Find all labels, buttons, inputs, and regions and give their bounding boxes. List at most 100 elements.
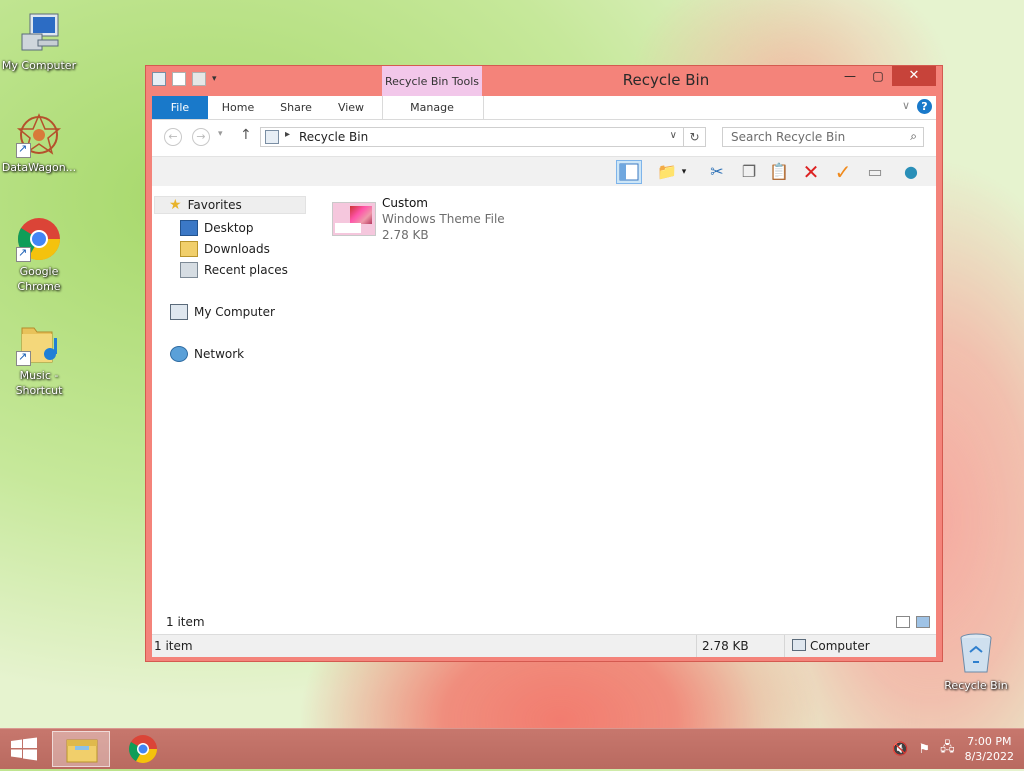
address-row: ← → ▾ ↑ ▸ Recycle Bin ∨ ↻ Search Recycle… (152, 120, 936, 156)
restore-icon[interactable]: ✓ (830, 160, 856, 184)
tab-file[interactable]: File (152, 96, 208, 119)
file-item[interactable]: Custom Windows Theme File 2.78 KB (328, 196, 528, 244)
desktop-icon (180, 220, 198, 236)
desktop-icon-label: DataWagon... (1, 161, 77, 174)
toolbar: 📁 ▾ ✂ ❐ 📋 ✕ ✓ ▭ ● (152, 156, 936, 187)
desktop-icon-label: My Computer (1, 59, 77, 72)
file-size: 2.78 KB (382, 228, 429, 242)
content-area: ★ Favorites Desktop Downloads Recent pla… (152, 186, 936, 612)
up-button[interactable]: ↑ (240, 127, 252, 143)
details-view-icon[interactable] (896, 616, 910, 628)
recycle-bin-small-icon (152, 72, 166, 86)
rename-icon[interactable]: ▭ (862, 160, 888, 184)
paste-icon[interactable]: 📋 (766, 160, 792, 184)
breadcrumb-separator-icon[interactable]: ▸ (285, 129, 290, 140)
clock-date: 8/3/2022 (964, 750, 1014, 763)
nav-downloads-label: Downloads (204, 242, 270, 256)
taskbar-chrome[interactable] (114, 731, 172, 767)
search-icon[interactable]: ⌕ (910, 129, 917, 144)
status-divider (696, 635, 697, 657)
computer-icon (16, 10, 62, 56)
nav-desktop-label: Desktop (204, 221, 254, 235)
recycle-bin-icon (953, 630, 999, 676)
folder-options-dropdown-icon[interactable]: ▾ (678, 160, 690, 184)
recycle-bin-address-icon (265, 130, 279, 144)
nav-desktop[interactable]: Desktop (180, 220, 254, 236)
desktop-icon-music-shortcut[interactable]: Music - Shortcut (1, 320, 77, 398)
window-title: Recycle Bin (622, 71, 710, 89)
address-bar[interactable]: ▸ Recycle Bin ∨ (260, 127, 684, 147)
chrome-icon (129, 735, 157, 763)
nav-network[interactable]: Network (170, 346, 244, 362)
qat-dropdown-icon[interactable]: ▾ (212, 74, 217, 84)
nav-my-computer[interactable]: My Computer (170, 304, 275, 320)
help-icon[interactable]: ? (917, 99, 932, 114)
refresh-button[interactable]: ↻ (684, 127, 706, 147)
tab-share[interactable]: Share (272, 96, 320, 119)
computer-small-icon (792, 639, 806, 651)
large-icons-view-icon[interactable] (916, 616, 930, 628)
contextual-tab-header: Recycle Bin Tools (382, 66, 482, 96)
nav-network-label: Network (194, 347, 245, 361)
status-items: 1 item (154, 639, 193, 653)
search-placeholder: Search Recycle Bin (731, 130, 846, 144)
desktop-icon-label: Music - Shortcut (15, 369, 63, 397)
nav-recent-places[interactable]: Recent places (180, 262, 288, 278)
status-location: Computer (810, 639, 870, 653)
globe-icon[interactable]: ● (898, 160, 924, 184)
close-button[interactable]: ✕ (892, 66, 936, 86)
network-tray-icon[interactable]: 🖧 (940, 738, 955, 760)
network-icon (170, 346, 188, 362)
recent-locations-icon[interactable]: ▾ (218, 129, 223, 139)
new-folder-icon[interactable] (192, 72, 206, 86)
quick-access-toolbar: ▾ (152, 72, 217, 86)
delete-icon[interactable]: ✕ (798, 160, 824, 184)
speaker-muted-icon[interactable]: 🔇 (892, 742, 908, 757)
downloads-icon (180, 241, 198, 257)
taskbar-file-explorer[interactable] (52, 731, 110, 767)
preview-pane-button[interactable] (616, 160, 642, 184)
start-button[interactable] (10, 737, 38, 761)
tab-home[interactable]: Home (214, 96, 262, 119)
back-button[interactable]: ← (164, 128, 182, 146)
address-dropdown-icon[interactable]: ∨ (670, 130, 677, 141)
shortcut-arrow-icon (16, 141, 31, 158)
windows-logo-icon (11, 737, 37, 761)
file-type: Windows Theme File (382, 212, 505, 226)
item-count-bar: 1 item (152, 612, 936, 634)
tab-manage[interactable]: Manage (382, 96, 482, 119)
copy-icon[interactable]: ❐ (736, 160, 762, 184)
recent-places-icon (180, 262, 198, 278)
tab-view[interactable]: View (328, 96, 374, 119)
ribbon-expand-icon[interactable]: ∨ (902, 99, 910, 112)
action-center-flag-icon[interactable]: ⚑ (918, 742, 930, 757)
forward-button[interactable]: → (192, 128, 210, 146)
taskbar: 🔇 ⚑ 🖧 7:00 PM 8/3/2022 (0, 728, 1024, 769)
clock[interactable]: 7:00 PM 8/3/2022 (965, 734, 1014, 764)
star-icon: ★ (169, 197, 182, 213)
nav-recent-places-label: Recent places (204, 263, 288, 277)
properties-icon[interactable] (172, 72, 186, 86)
computer-icon (170, 304, 188, 320)
nav-my-computer-label: My Computer (194, 305, 275, 319)
cut-icon[interactable]: ✂ (704, 160, 730, 184)
desktop-icon-recycle-bin[interactable]: Recycle Bin (938, 630, 1014, 693)
nav-downloads[interactable]: Downloads (180, 241, 270, 257)
desktop-icon-google-chrome[interactable]: Google Chrome (1, 216, 77, 294)
nav-favorites-label: Favorites (187, 198, 242, 212)
desktop-icon-datawagon[interactable]: DataWagon... (1, 112, 77, 175)
title-bar[interactable]: ▾ Recycle Bin Tools Recycle Bin — ▢ ✕ (146, 66, 942, 96)
folder-options-button[interactable]: 📁 (654, 160, 680, 184)
desktop-icon-label: Google Chrome (17, 265, 61, 293)
search-input[interactable]: Search Recycle Bin ⌕ (722, 127, 924, 147)
explorer-window: ▾ Recycle Bin Tools Recycle Bin — ▢ ✕ Fi… (145, 65, 943, 662)
nav-favorites[interactable]: ★ Favorites (154, 196, 306, 214)
datawagon-icon (16, 112, 62, 158)
maximize-button[interactable]: ▢ (864, 66, 892, 86)
desktop-icon-label: Recycle Bin (944, 679, 1008, 692)
minimize-button[interactable]: — (836, 66, 864, 86)
breadcrumb[interactable]: Recycle Bin (299, 130, 368, 144)
theme-file-icon (332, 202, 376, 236)
desktop-icon-my-computer[interactable]: My Computer (1, 10, 77, 73)
item-count: 1 item (166, 615, 205, 629)
